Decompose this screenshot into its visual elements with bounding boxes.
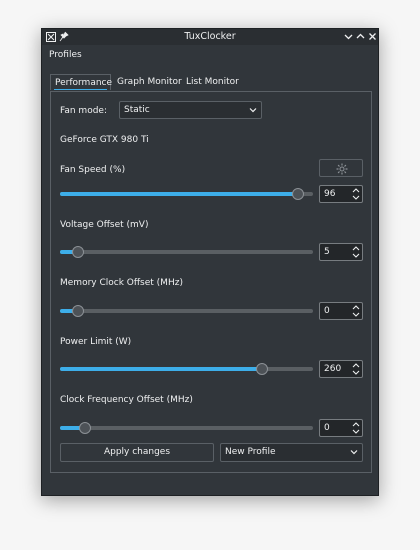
power-limit-slider[interactable] (60, 363, 313, 375)
apply-changes-button[interactable]: Apply changes (60, 443, 214, 462)
gpu-name: GeForce GTX 980 Ti (60, 135, 149, 145)
tab-performance[interactable]: Performance (50, 74, 113, 90)
slider-groove (60, 426, 313, 430)
fan-speed-slider[interactable] (60, 188, 313, 200)
menu-bar: Profiles (42, 45, 378, 67)
slider-handle[interactable] (79, 422, 92, 434)
slider-groove (60, 309, 313, 313)
voltage-offset-label: Voltage Offset (mV) (60, 220, 149, 230)
clock-frequency-offset-label: Clock Frequency Offset (MHz) (60, 395, 193, 405)
slider-handle[interactable] (291, 188, 304, 200)
spin-arrows-icon[interactable] (352, 362, 360, 376)
menu-profiles[interactable]: Profiles (49, 50, 82, 60)
fan-speed-label: Fan Speed (%) (60, 165, 126, 175)
power-limit-label: Power Limit (W) (60, 337, 132, 347)
voltage-offset-slider[interactable] (60, 246, 313, 258)
chevron-down-icon (249, 108, 257, 113)
fan-settings-button[interactable] (319, 159, 363, 177)
fan-mode-label: Fan mode: (60, 106, 107, 116)
spin-arrows-icon[interactable] (352, 245, 360, 259)
memory-clock-offset-label: Memory Clock Offset (MHz) (60, 278, 183, 288)
slider-groove (60, 250, 313, 254)
active-tab-indicator (54, 89, 107, 90)
memory-clock-offset-spinbox[interactable]: 0 (319, 302, 363, 320)
profile-select[interactable]: New Profile (220, 443, 363, 462)
clock-frequency-offset-spinbox[interactable]: 0 (319, 419, 363, 437)
tuxclocker-window: TuxClocker Profiles Performance Graph Mo… (41, 28, 379, 496)
performance-panel: Fan mode: Static GeForce GTX 980 Ti Fan … (50, 91, 372, 473)
slider-handle[interactable] (71, 246, 84, 258)
power-limit-value: 260 (324, 364, 342, 374)
profile-select-value: New Profile (225, 447, 276, 457)
spin-arrows-icon[interactable] (352, 421, 360, 435)
voltage-offset-value: 5 (324, 247, 330, 257)
minimize-icon[interactable] (343, 31, 354, 42)
memory-clock-offset-slider[interactable] (60, 305, 313, 317)
window-title: TuxClocker (184, 31, 236, 42)
slider-handle[interactable] (256, 363, 269, 375)
memory-clock-offset-value: 0 (324, 306, 330, 316)
tab-label: Performance (55, 78, 113, 88)
voltage-offset-spinbox[interactable]: 5 (319, 243, 363, 261)
tab-label: Graph Monitor (117, 77, 182, 87)
gear-icon (336, 163, 348, 175)
power-limit-spinbox[interactable]: 260 (319, 360, 363, 378)
slider-handle[interactable] (71, 305, 84, 317)
fan-mode-select[interactable]: Static (119, 101, 262, 119)
tab-label: List Monitor (186, 77, 239, 87)
fan-speed-value: 96 (324, 189, 336, 199)
spin-arrows-icon[interactable] (352, 187, 360, 201)
title-bar[interactable]: TuxClocker (42, 29, 378, 45)
slider-fill (60, 192, 298, 196)
spin-arrows-icon[interactable] (352, 304, 360, 318)
fan-mode-value: Static (124, 105, 150, 115)
close-icon[interactable] (367, 31, 378, 42)
slider-fill (60, 367, 263, 371)
tab-list-monitor[interactable]: List Monitor (182, 74, 243, 90)
clock-frequency-offset-slider[interactable] (60, 422, 313, 434)
fan-speed-spinbox[interactable]: 96 (319, 185, 363, 203)
maximize-icon[interactable] (355, 31, 366, 42)
chevron-down-icon (350, 450, 358, 455)
clock-frequency-offset-value: 0 (324, 423, 330, 433)
tab-graph-monitor[interactable]: Graph Monitor (113, 74, 186, 90)
